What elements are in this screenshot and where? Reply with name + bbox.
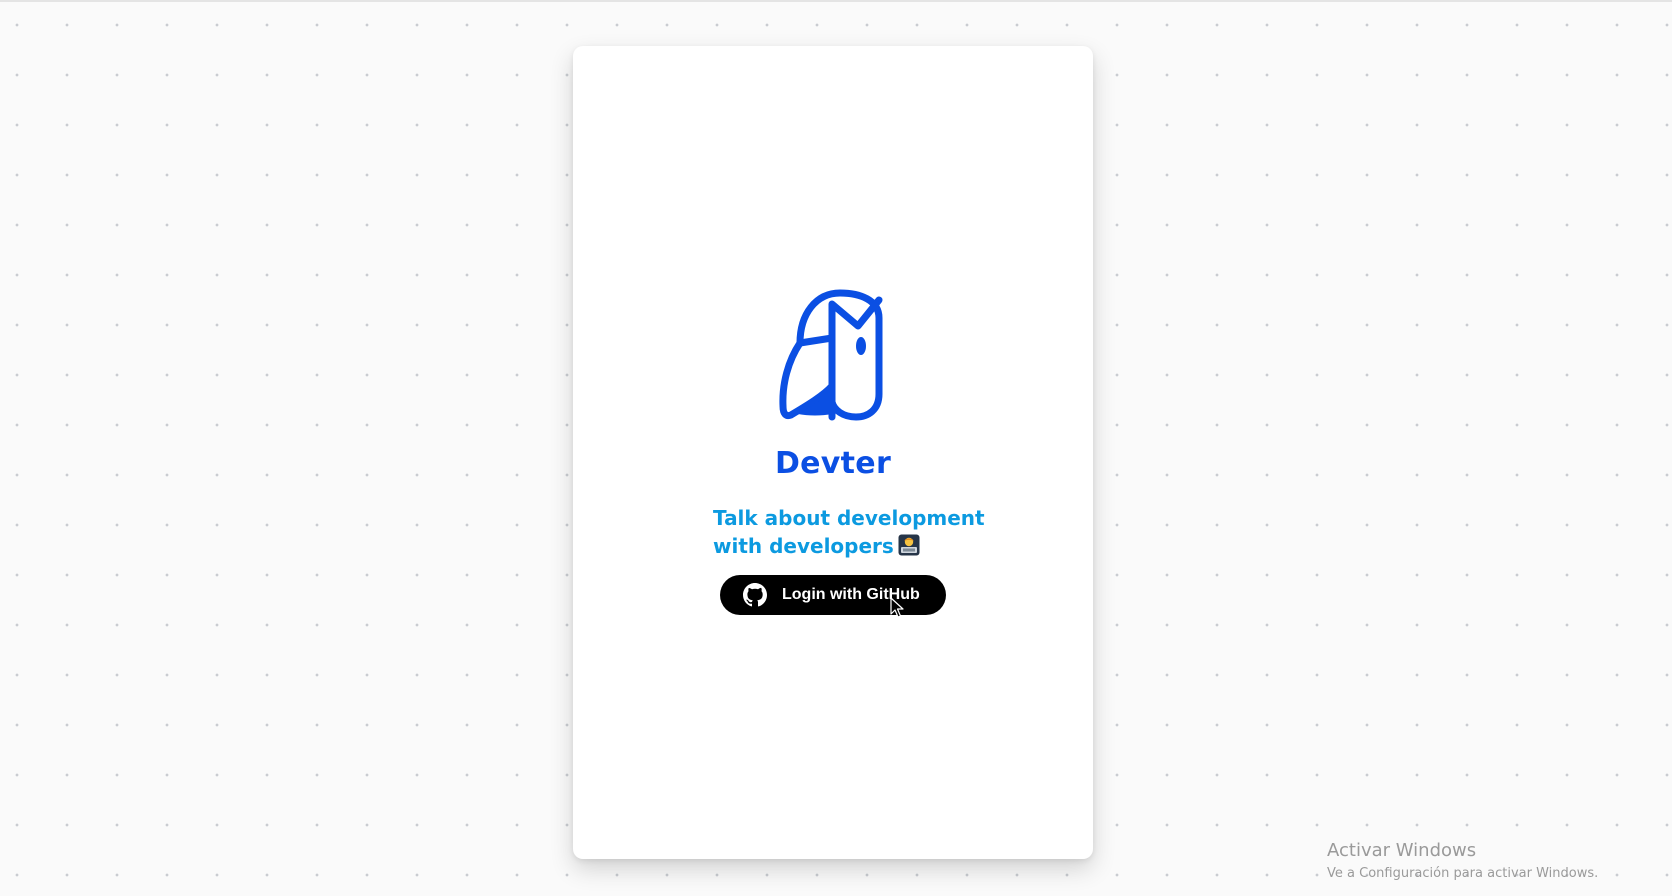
login-card: Devter Talk about development with devel… — [573, 46, 1093, 859]
tagline-line-1: Talk about development — [713, 506, 985, 530]
technologist-emoji-icon — [898, 534, 920, 556]
windows-activation-watermark: Activar Windows Ve a Configuración para … — [1327, 840, 1598, 884]
tagline-line-2-text: with developers — [713, 534, 894, 558]
watermark-title: Activar Windows — [1327, 840, 1477, 861]
devter-logo — [779, 289, 883, 421]
top-border — [0, 0, 1672, 2]
app-title: Devter — [774, 446, 892, 481]
tagline: Talk about development with developers — [713, 504, 1013, 560]
mouse-cursor-icon — [890, 597, 904, 618]
github-icon — [743, 583, 767, 607]
login-with-github-button[interactable]: Login with GitHub — [720, 575, 946, 615]
tagline-line-2: with developers — [713, 532, 1013, 560]
watermark-subtitle: Ve a Configuración para activar Windows. — [1327, 866, 1599, 881]
